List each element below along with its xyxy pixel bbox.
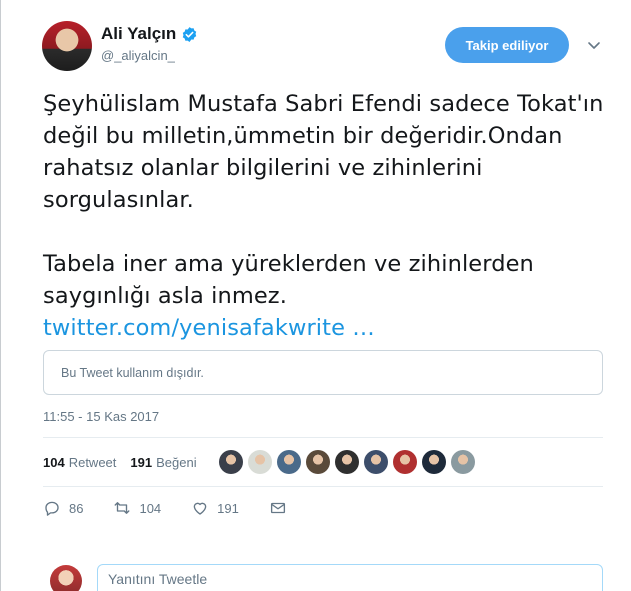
reply-composer: Yanıtını Tweetle (1, 547, 631, 591)
retweet-icon (115, 502, 130, 514)
author-name-row: Ali Yalçın (101, 24, 198, 44)
liker-avatar[interactable] (450, 450, 475, 474)
retweet-stat-label: Retweet (68, 454, 117, 470)
author-handle[interactable]: @_aliyalcin_ (101, 48, 175, 63)
retweet-stat-count: 104 (43, 454, 65, 470)
direct-message-action[interactable] (269, 499, 287, 517)
liker-avatar[interactable] (334, 450, 359, 474)
tweet-frame: Ali Yalçın @_aliyalcin_ Takip ediliyor Ş… (0, 0, 631, 591)
retweet-action[interactable]: 104 (113, 499, 161, 517)
retweet-count: 104 (139, 500, 162, 516)
author-avatar[interactable] (42, 21, 92, 71)
verified-badge-icon (183, 26, 197, 42)
liker-avatar[interactable] (218, 450, 243, 474)
like-action[interactable]: 191 (191, 499, 239, 517)
liker-avatars (218, 450, 475, 474)
user-avatar (50, 565, 82, 591)
tweet-timestamp[interactable]: 11:55 - 15 Kas 2017 (43, 409, 159, 424)
tweet-link[interactable]: twitter.com/yenisafakwrite … (43, 312, 623, 344)
heart-icon (193, 502, 207, 515)
unavailable-notice-text: Bu Tweet kullanım dışıdır. (61, 365, 204, 380)
reply-count: 86 (69, 500, 84, 516)
liker-avatar[interactable] (305, 450, 330, 474)
liker-avatar[interactable] (247, 450, 272, 474)
tweet-text: Şeyhülislam Mustafa Sabri Efendi sadece … (43, 88, 623, 344)
tweet-actions: 86 104 191 (43, 499, 317, 517)
following-button[interactable]: Takip ediliyor (445, 27, 569, 63)
author-name[interactable]: Ali Yalçın (101, 24, 176, 44)
reply-icon (45, 501, 59, 516)
unavailable-tweet-card[interactable]: Bu Tweet kullanım dışıdır. (43, 350, 603, 395)
retweet-stat[interactable]: 104 Retweet (43, 455, 116, 470)
liker-avatar[interactable] (363, 450, 388, 474)
liker-avatar[interactable] (276, 450, 301, 474)
chevron-down-icon[interactable] (586, 37, 602, 53)
like-stat-label: Beğeni (156, 454, 197, 470)
reply-action[interactable]: 86 (43, 499, 83, 517)
reply-input[interactable]: Yanıtını Tweetle (97, 564, 603, 591)
liker-avatar[interactable] (421, 450, 446, 474)
liker-avatar[interactable] (392, 450, 417, 474)
like-count: 191 (217, 500, 239, 516)
like-stat[interactable]: 191 Beğeni (130, 455, 196, 470)
envelope-icon (270, 502, 285, 514)
like-stat-count: 191 (130, 454, 153, 470)
tweet-paragraph: Tabela iner ama yüreklerden ve zihinlerd… (43, 251, 534, 309)
tweet-paragraph: Şeyhülislam Mustafa Sabri Efendi sadece … (43, 91, 604, 213)
tweet-stats: 104 Retweet 191 Beğeni (43, 437, 603, 487)
